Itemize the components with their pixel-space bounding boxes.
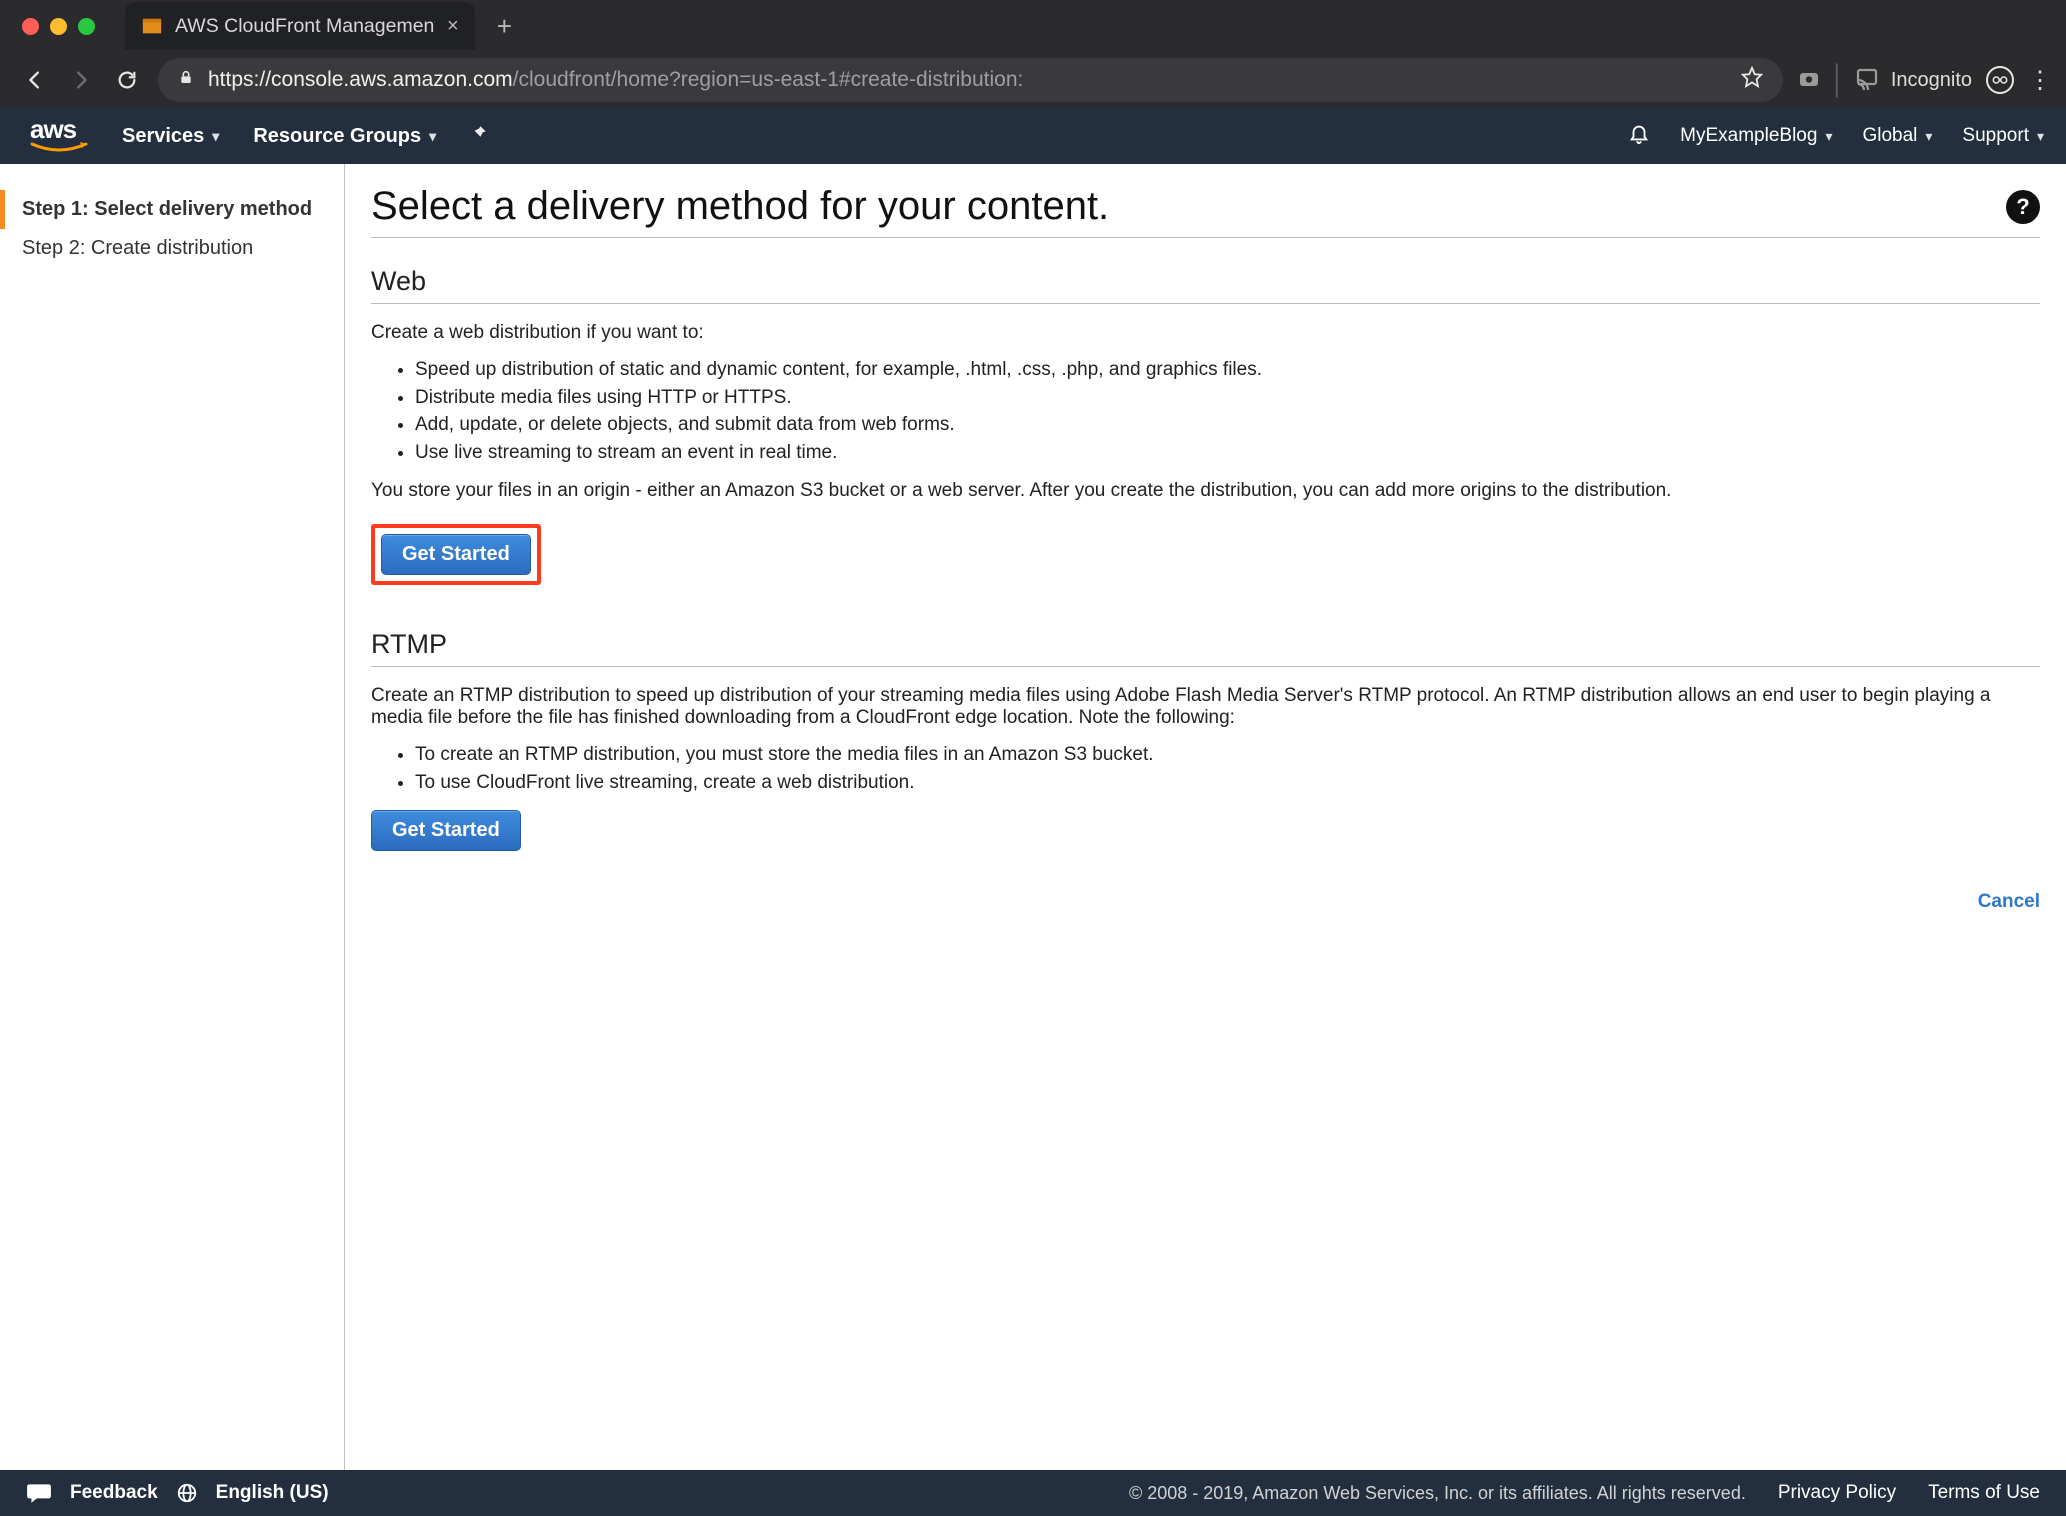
list-item: To create an RTMP distribution, you must… [415,741,2040,769]
rtmp-bullet-list: To create an RTMP distribution, you must… [371,741,2040,796]
terms-of-use-link[interactable]: Terms of Use [1928,1482,2040,1504]
caret-down-icon: ▾ [1825,128,1832,145]
page-title: Select a delivery method for your conten… [371,184,1109,229]
copyright-text: © 2008 - 2019, Amazon Web Services, Inc.… [1129,1483,1746,1504]
get-started-web-button[interactable]: Get Started [381,534,531,575]
section-heading-web: Web [371,266,2040,304]
feedback-link[interactable]: Feedback [70,1482,158,1504]
nav-resource-groups[interactable]: Resource Groups▾ [253,125,436,148]
list-item: Distribute media files using HTTP or HTT… [415,384,2040,412]
url-path: /cloudfront/home?region=us-east-1#create… [513,68,1024,91]
caret-down-icon: ▾ [429,128,436,145]
web-intro-text: Create a web distribution if you want to… [371,322,2040,344]
cast-icon[interactable] [1855,66,1879,95]
incognito-label: Incognito [1891,69,1972,92]
privacy-policy-link[interactable]: Privacy Policy [1778,1482,1896,1504]
browser-tab[interactable]: AWS CloudFront Management × [125,2,475,50]
web-outro-text: You store your files in an origin - eith… [371,480,2040,502]
cancel-link[interactable]: Cancel [1978,891,2040,912]
caret-down-icon: ▾ [1925,128,1932,145]
address-bar[interactable]: https://console.aws.amazon.com/cloudfron… [158,58,1783,102]
language-selector[interactable]: English (US) [216,1482,329,1504]
nav-support[interactable]: Support▾ [1962,125,2044,147]
nav-account[interactable]: MyExampleBlog▾ [1680,125,1832,147]
sidebar-step-2[interactable]: Step 2: Create distribution [0,229,344,268]
list-item: Add, update, or delete objects, and subm… [415,411,2040,439]
maximize-window-icon[interactable] [78,18,95,35]
nav-services[interactable]: Services▾ [122,125,219,148]
extension-camera-icon[interactable] [1797,66,1821,95]
bookmark-star-icon[interactable] [1741,66,1763,94]
minimize-window-icon[interactable] [50,18,67,35]
get-started-rtmp-button[interactable]: Get Started [371,810,521,851]
list-item: To use CloudFront live streaming, create… [415,769,2040,797]
window-controls[interactable] [0,18,115,35]
notifications-bell-icon[interactable] [1628,122,1650,150]
web-bullet-list: Speed up distribution of static and dyna… [371,356,2040,466]
reload-button[interactable] [106,59,148,101]
close-tab-icon[interactable]: × [447,15,459,38]
pin-icon[interactable] [470,124,488,148]
wizard-sidebar: Step 1: Select delivery method Step 2: C… [0,164,345,1470]
sidebar-step-1[interactable]: Step 1: Select delivery method [0,190,344,229]
rtmp-intro-text: Create an RTMP distribution to speed up … [371,685,2040,729]
aws-logo[interactable]: aws [30,120,88,152]
tab-title: AWS CloudFront Management [175,15,435,38]
url-host: https://console.aws.amazon.com [208,68,513,91]
incognito-icon [1986,66,2014,94]
globe-icon [176,1482,198,1504]
lock-icon [178,68,194,92]
new-tab-button[interactable]: + [497,11,512,42]
caret-down-icon: ▾ [2037,128,2044,145]
browser-menu-button[interactable]: ⋮ [2028,66,2052,95]
section-heading-rtmp: RTMP [371,629,2040,667]
toolbar-divider: │ [1825,64,1851,96]
caret-down-icon: ▾ [212,128,219,145]
forward-button[interactable] [60,59,102,101]
close-window-icon[interactable] [22,18,39,35]
back-button[interactable] [14,59,56,101]
aws-favicon-icon [141,15,163,37]
list-item: Speed up distribution of static and dyna… [415,356,2040,384]
highlight-box: Get Started [371,524,541,585]
nav-region[interactable]: Global▾ [1862,125,1932,147]
help-icon[interactable]: ? [2006,190,2040,224]
feedback-icon [26,1482,52,1504]
list-item: Use live streaming to stream an event in… [415,439,2040,467]
